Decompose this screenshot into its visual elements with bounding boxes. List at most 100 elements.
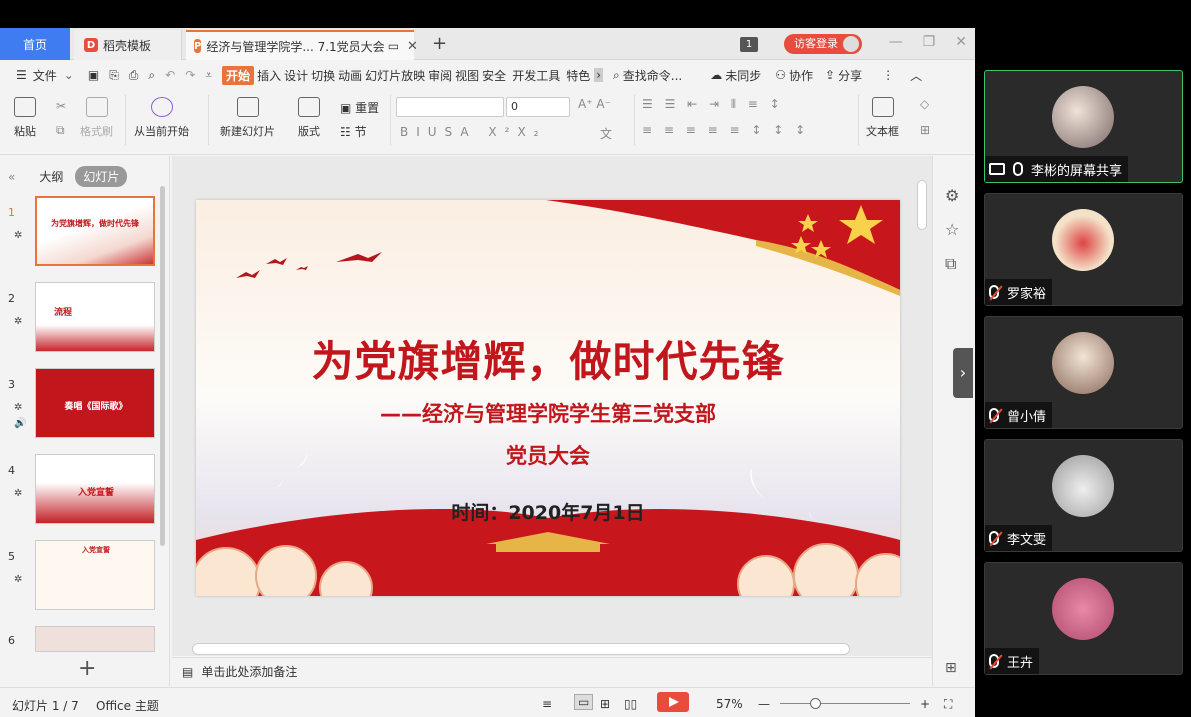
sound-icon: 🔊 xyxy=(14,418,27,429)
share-button[interactable]: 分享 xyxy=(838,67,862,84)
chevron-down-icon[interactable]: ⌄ xyxy=(64,68,74,82)
new-tab-button[interactable]: + xyxy=(432,33,447,54)
textbox-icon xyxy=(871,97,894,117)
redo-icon[interactable]: ↷ xyxy=(185,68,195,82)
slide-thumbnail[interactable]: 为党旗增辉，做时代先锋 xyxy=(35,196,155,266)
print-icon[interactable]: ⎙ xyxy=(129,68,139,83)
slide-thumbnail[interactable]: 入党宣誓 xyxy=(35,540,155,610)
save-icon[interactable]: ▣ xyxy=(88,68,99,82)
hamburger-icon[interactable]: ☰ xyxy=(16,68,27,82)
notes-placeholder: 单击此处添加备注 xyxy=(201,665,298,679)
command-search[interactable]: 查找命令... xyxy=(623,67,682,84)
slide-thumbnail[interactable]: 入党宣誓 xyxy=(35,454,155,524)
zoom-slider-handle[interactable] xyxy=(810,698,821,709)
menu-tab-home[interactable]: 开始 xyxy=(222,65,255,85)
list-icons[interactable]: ☰ ☰ ⇤ ⇥ ⫴ ≡ ↕ xyxy=(642,97,784,112)
tab-slides[interactable]: 幻灯片 xyxy=(75,166,128,187)
new-slide-label: 新建幻灯片 xyxy=(220,125,275,138)
preview-icon[interactable]: ⌕ xyxy=(148,68,155,83)
minimize-icon[interactable]: — xyxy=(889,34,903,50)
participant-tile[interactable]: 李彬的屏幕共享 xyxy=(984,70,1183,183)
font-size-select[interactable]: 0 xyxy=(506,97,570,117)
export-icon[interactable]: ⎘ xyxy=(109,68,119,83)
reading-view-icon[interactable]: ▯▯ xyxy=(624,697,637,711)
expand-panel-button[interactable]: › xyxy=(953,348,973,398)
notes-area[interactable]: ▤ 单击此处添加备注 xyxy=(172,657,932,685)
theme-name[interactable]: Office 主题 xyxy=(96,697,159,714)
normal-view-icon[interactable]: ▭ xyxy=(574,694,594,710)
menu-review[interactable]: 审阅 xyxy=(428,67,452,84)
menu-slideshow[interactable]: 幻灯片放映 xyxy=(365,67,425,84)
shape-icon[interactable]: ◇ xyxy=(920,97,929,111)
play-from-current-button[interactable]: 从当前开始 xyxy=(134,97,189,139)
sync-status[interactable]: 未同步 xyxy=(725,67,761,84)
menu-file[interactable]: 文件 xyxy=(33,67,57,84)
paste-button[interactable]: 粘贴 xyxy=(14,97,36,139)
participant-tile[interactable]: 王卉 xyxy=(984,562,1183,675)
copy-icon[interactable]: ⧉ xyxy=(56,123,65,138)
zoom-out-icon[interactable]: — xyxy=(758,697,770,711)
font-grow-icon[interactable]: A⁺ A⁻ xyxy=(578,97,611,111)
grid-icon[interactable]: ⊞ xyxy=(945,660,957,676)
menu-security[interactable]: 安全 xyxy=(482,67,506,84)
new-slide-button[interactable]: 新建幻灯片 xyxy=(220,97,275,139)
notes-toggle-icon[interactable]: ≡ xyxy=(542,697,552,711)
textbox-button[interactable]: 文本框 xyxy=(866,97,899,139)
zoom-in-icon[interactable]: + xyxy=(920,697,930,711)
star-icon[interactable]: ☆ xyxy=(945,220,959,239)
restore-icon[interactable]: ❐ xyxy=(923,34,936,50)
horizontal-scrollbar[interactable] xyxy=(192,643,850,655)
format-painter-button[interactable]: 格式刷 xyxy=(80,97,113,139)
menu-design[interactable]: 设计 xyxy=(284,67,308,84)
zoom-level[interactable]: 57% xyxy=(716,697,743,711)
add-slide-button[interactable]: + xyxy=(78,656,96,681)
clipboard-icon xyxy=(14,97,36,117)
tab-home[interactable]: 首页 xyxy=(0,28,70,60)
slide-thumbnail[interactable] xyxy=(35,626,155,652)
slide-thumbnail[interactable]: 流程 xyxy=(35,282,155,352)
menu-features[interactable]: 特色 xyxy=(566,67,590,84)
zoom-slider[interactable] xyxy=(780,703,910,704)
menu-view[interactable]: 视图 xyxy=(455,67,479,84)
menu-scroll-right-icon[interactable]: › xyxy=(594,68,604,82)
more-dropdown-icon[interactable]: ⩡ xyxy=(205,68,212,83)
slide-sorter-icon[interactable]: ⊞ xyxy=(600,697,610,711)
fit-window-icon[interactable]: ⛶ xyxy=(944,697,952,712)
copy-window-icon[interactable]: ⧉ xyxy=(945,254,956,274)
close-window-icon[interactable]: ✕ xyxy=(955,34,967,50)
vertical-scrollbar[interactable] xyxy=(917,180,927,230)
window-count-badge[interactable]: 1 xyxy=(740,37,758,52)
close-tab-icon[interactable]: ✕ xyxy=(407,39,418,54)
text-format-icons[interactable]: BIUSA X²X₂ xyxy=(400,125,546,139)
tab-document[interactable]: P 经济与管理学院学... 7.1党员大会 ▭ ✕ xyxy=(186,30,418,60)
menu-insert[interactable]: 插入 xyxy=(257,67,281,84)
collapse-ribbon-icon[interactable]: ︿ xyxy=(910,67,922,84)
menu-devtools[interactable]: 开发工具 xyxy=(512,67,560,84)
panel-scrollbar[interactable] xyxy=(160,186,165,546)
more-icon[interactable]: ⋮ xyxy=(882,68,894,82)
guest-login-button[interactable]: 访客登录 xyxy=(784,34,862,54)
menu-animation[interactable]: 动画 xyxy=(338,67,362,84)
tab-outline[interactable]: 大纲 xyxy=(39,168,63,185)
align-icons[interactable]: ≡ ≡ ≡ ≡ ≡ ↕ ↕ ↕ xyxy=(642,123,809,137)
section-button[interactable]: ☷ 节 xyxy=(340,123,367,140)
settings-sliders-icon[interactable]: ⚙ xyxy=(945,186,959,205)
layout-button[interactable]: 版式 xyxy=(298,97,320,139)
tab-daoke[interactable]: D 稻壳模板 xyxy=(74,30,182,60)
collapse-panel-icon[interactable]: « xyxy=(8,170,15,184)
participant-tile[interactable]: 曾小倩 xyxy=(984,316,1183,429)
font-family-select[interactable] xyxy=(396,97,504,117)
pinyin-icon[interactable]: 文 xyxy=(600,125,612,142)
collab-button[interactable]: 协作 xyxy=(789,67,813,84)
undo-icon[interactable]: ↶ xyxy=(165,68,175,82)
slide-thumbnail[interactable]: 奏唱《国际歌》 xyxy=(35,368,155,438)
current-slide[interactable]: 为党旗增辉，做时代先锋 ——经济与管理学院学生第三党支部 党员大会 时间：202… xyxy=(196,200,900,596)
cut-icon[interactable]: ✂ xyxy=(56,99,66,113)
thumbnail-title: 奏唱《国际歌》 xyxy=(64,402,128,412)
reset-button[interactable]: ▣ 重置 xyxy=(340,99,379,116)
arrange-icon[interactable]: ⊞ xyxy=(920,123,930,137)
participant-tile[interactable]: 罗家裕 xyxy=(984,193,1183,306)
slideshow-play-button[interactable] xyxy=(657,692,689,712)
menu-transition[interactable]: 切换 xyxy=(311,67,335,84)
participant-tile[interactable]: 李文雯 xyxy=(984,439,1183,552)
